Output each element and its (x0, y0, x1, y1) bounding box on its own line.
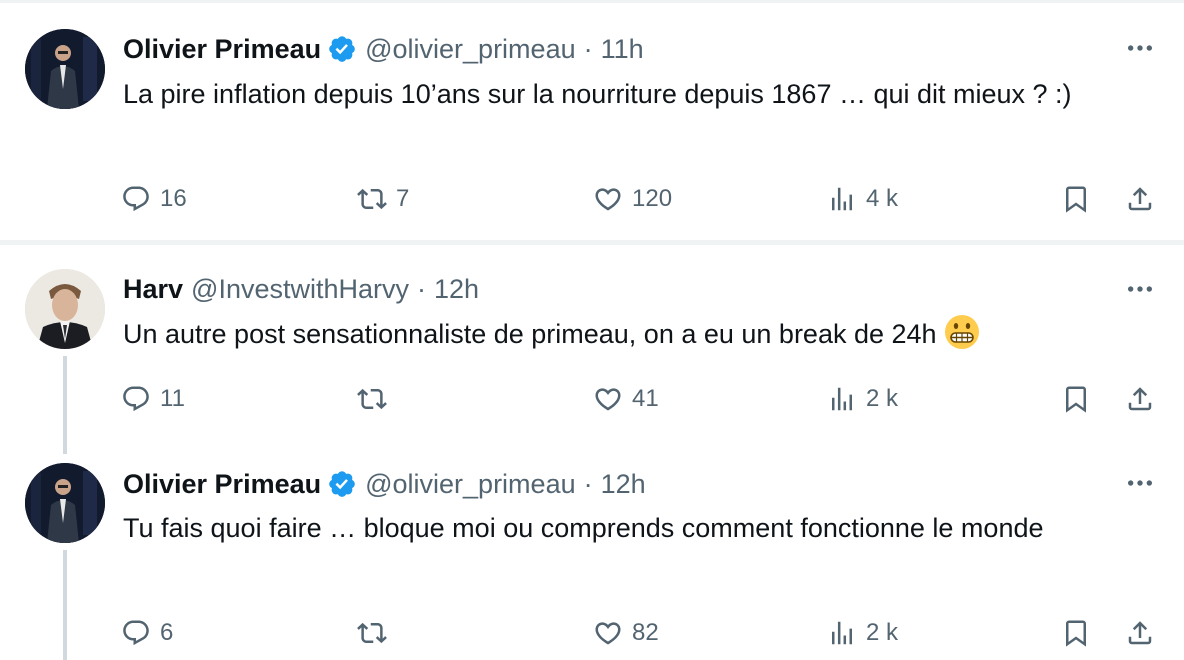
tweet-text: Un autre post sensationnaliste de primea… (123, 314, 1153, 355)
repost-button[interactable] (357, 615, 387, 651)
repost-icon (357, 184, 387, 214)
repost-button[interactable] (357, 381, 387, 417)
author-name[interactable]: Olivier Primeau (123, 34, 321, 65)
author-handle[interactable]: @InvestwithHarvy (191, 274, 409, 305)
tweet-actions: 11 41 2 k (0, 381, 1184, 417)
share-button[interactable] (1125, 381, 1155, 417)
author-handle[interactable]: @olivier_primeau (365, 34, 576, 65)
tweet-header: Olivier Primeau @olivier_primeau · 11h (123, 31, 644, 67)
more-icon[interactable] (1124, 273, 1156, 305)
views-icon (827, 184, 857, 214)
like-count: 41 (632, 385, 659, 412)
verified-badge-icon (327, 469, 357, 499)
reply-button[interactable]: 6 (121, 615, 173, 651)
views-button[interactable]: 2 k (827, 381, 898, 417)
share-icon (1125, 384, 1155, 414)
bookmark-button[interactable] (1061, 381, 1091, 417)
grimacing-face-emoji (945, 315, 980, 349)
repost-icon (357, 384, 387, 414)
avatar-olivier-primeau[interactable] (25, 29, 105, 109)
bookmark-icon (1061, 618, 1091, 648)
bookmark-icon (1061, 384, 1091, 414)
tweet-actions: 16 7 120 4 k (0, 181, 1184, 217)
like-count: 82 (632, 619, 659, 646)
tweet-header: Olivier Primeau @olivier_primeau · 12h (123, 466, 646, 502)
separator-dot: · (583, 33, 593, 64)
reply-icon (121, 618, 151, 648)
reply-count: 11 (160, 385, 185, 412)
bookmark-icon (1061, 184, 1091, 214)
separator-dot: · (583, 468, 593, 499)
views-count: 4 k (866, 185, 899, 212)
more-icon[interactable] (1124, 467, 1156, 499)
like-button[interactable]: 82 (593, 615, 659, 651)
reply-tweet-harv[interactable]: Harv @InvestwithHarvy · 12h Un autre pos… (0, 245, 1184, 454)
repost-icon (357, 618, 387, 648)
like-button[interactable]: 120 (593, 181, 672, 217)
timestamp[interactable]: 11h (601, 34, 644, 65)
repost-button[interactable]: 7 (357, 181, 409, 217)
share-icon (1125, 184, 1155, 214)
reply-button[interactable]: 16 (121, 181, 187, 217)
tweet-text-body: Un autre post sensationnaliste de primea… (123, 319, 937, 349)
reply-tweet-olivier-primeau[interactable]: Olivier Primeau @olivier_primeau · 12h T… (0, 445, 1184, 660)
like-icon (593, 384, 623, 414)
author-handle[interactable]: @olivier_primeau (365, 469, 576, 500)
tweet-text: Tu fais quoi faire … bloque moi ou compr… (123, 513, 1044, 543)
author-name[interactable]: Olivier Primeau (123, 469, 321, 500)
bookmark-button[interactable] (1061, 615, 1091, 651)
views-button[interactable]: 2 k (827, 615, 898, 651)
share-icon (1125, 618, 1155, 648)
views-count: 2 k (866, 385, 899, 412)
like-count: 120 (632, 185, 673, 212)
reply-count: 16 (160, 185, 187, 212)
like-icon (593, 184, 623, 214)
tweet-header: Harv @InvestwithHarvy · 12h (123, 271, 479, 307)
like-icon (593, 618, 623, 648)
author-name[interactable]: Harv (123, 274, 183, 305)
views-button[interactable]: 4 k (827, 181, 898, 217)
tweet-actions: 6 82 2 k (0, 615, 1184, 651)
share-button[interactable] (1125, 615, 1155, 651)
timestamp[interactable]: 12h (601, 469, 646, 500)
share-button[interactable] (1125, 181, 1155, 217)
views-count: 2 k (866, 619, 899, 646)
repost-count: 7 (396, 185, 410, 212)
more-icon[interactable] (1124, 32, 1156, 64)
reply-button[interactable]: 11 (121, 381, 185, 417)
like-button[interactable]: 41 (593, 381, 659, 417)
verified-badge-icon (327, 34, 357, 64)
views-icon (827, 384, 857, 414)
separator-dot: · (417, 273, 427, 304)
reply-icon (121, 384, 151, 414)
bookmark-button[interactable] (1061, 181, 1091, 217)
timestamp[interactable]: 12h (434, 274, 479, 305)
avatar-harv[interactable] (25, 269, 105, 349)
avatar-olivier-primeau[interactable] (25, 463, 105, 543)
tweet-main[interactable]: Olivier Primeau @olivier_primeau · 11h L… (0, 0, 1184, 240)
views-icon (827, 618, 857, 648)
reply-icon (121, 184, 151, 214)
reply-count: 6 (160, 619, 174, 646)
tweet-text: La pire inflation depuis 10’ans sur la n… (123, 79, 1072, 109)
